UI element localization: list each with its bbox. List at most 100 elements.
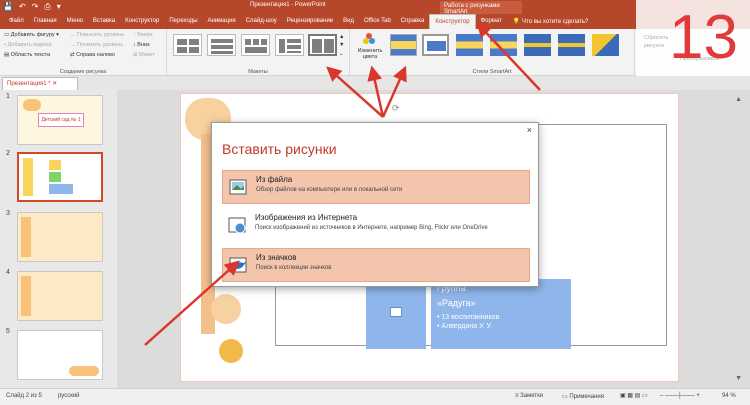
document-title: Презентация1 - PowerPoint	[250, 2, 326, 8]
tab-file[interactable]: Файл	[4, 14, 29, 29]
layouts-more-icon[interactable]: ⌄	[339, 51, 344, 57]
layouts-group-label: Макеты	[248, 69, 268, 75]
slide-number-2: 2	[6, 150, 10, 157]
tab-insert[interactable]: Вставка	[88, 14, 120, 29]
add-bullet-button[interactable]: • Добавить маркер	[4, 42, 52, 48]
kids-border-icon	[21, 217, 31, 257]
tab-menu[interactable]: Меню	[62, 14, 88, 29]
text-pane-button[interactable]: ▤ Область текста	[4, 52, 50, 58]
tab-home[interactable]: Главная	[29, 14, 62, 29]
tab-help[interactable]: Справка	[396, 14, 430, 29]
tab-smartart-design[interactable]: Конструктор	[429, 14, 476, 29]
document-tab[interactable]: Презентация1 * ✕	[2, 77, 78, 90]
slide-thumbnail-5[interactable]	[17, 330, 103, 380]
dialog-title: Вставить рисунки	[222, 141, 337, 157]
slide-thumbnail-3[interactable]	[17, 212, 103, 262]
smartart-text-box[interactable]: Группа «Радуга» • 13 воспитанников • Алв…	[431, 279, 571, 349]
from-icons-title: Из значков	[256, 253, 297, 262]
insert-pictures-dialog: × Вставить рисунки Из файла Обзор файлов…	[211, 122, 539, 287]
style-option-2-selected[interactable]	[422, 34, 449, 56]
style-option-7[interactable]	[592, 34, 619, 56]
smartart-styles-group-label: Стили SmartArt	[472, 69, 512, 75]
tab-transitions[interactable]: Переходы	[164, 14, 202, 29]
from-file-icon	[229, 176, 249, 198]
tab-review[interactable]: Рецензирование	[282, 14, 338, 29]
tab-animations[interactable]: Анимация	[203, 14, 241, 29]
tab-design[interactable]: Конструктор	[120, 14, 164, 29]
move-up-button[interactable]: ↑ Вверх	[133, 32, 153, 38]
move-down-button[interactable]: ↓ Вниз	[133, 42, 150, 48]
layouts-scroll-up-icon[interactable]: ▲	[339, 34, 344, 40]
demote-label: Понизить уровень	[77, 42, 124, 48]
dialog-close-button[interactable]: ×	[527, 125, 532, 135]
tell-me-search[interactable]: 💡 Что вы хотите сделать?	[513, 18, 588, 25]
text-pane-label: Область текста	[10, 52, 51, 58]
layout-button[interactable]: ⊞ Макет	[133, 52, 155, 58]
bullet-2: • Алвердина У. У.	[437, 323, 492, 330]
move-down-label: Вниз	[137, 42, 150, 48]
picture-placeholder-icon[interactable]	[390, 307, 402, 317]
slide-number-3: 3	[6, 210, 10, 217]
view-buttons[interactable]: ▣ ▦ ▤ ▭	[620, 392, 648, 399]
scroll-up-icon[interactable]: ▲	[735, 96, 742, 103]
group-name: «Радуга»	[437, 298, 476, 308]
promote-label: Повысить уровень	[77, 32, 125, 38]
kids-illustration-icon	[23, 99, 41, 111]
slide-thumbnail-4[interactable]	[17, 271, 103, 321]
language-indicator[interactable]: русский	[58, 393, 80, 399]
picture-placeholder[interactable]	[366, 279, 426, 349]
rotate-handle-icon[interactable]: ⟳	[392, 103, 400, 114]
layout-option-1[interactable]	[173, 34, 202, 56]
smartart-styles-group: Изменить цвета Стили SmartArt	[350, 29, 635, 76]
layouts-group: ▲ ▼ ⌄ Макеты	[167, 29, 350, 76]
right-to-left-button[interactable]: ⇄ Справа налево	[70, 52, 115, 58]
tab-slideshow[interactable]: Слайд-шоу	[241, 14, 282, 29]
style-option-1[interactable]	[390, 34, 417, 56]
redo-icon[interactable]: ↷	[32, 2, 39, 12]
style-option-3[interactable]	[456, 34, 483, 56]
present-icon[interactable]: ⎙	[44, 2, 50, 12]
style-option-6[interactable]	[558, 34, 585, 56]
style-option-5[interactable]	[524, 34, 551, 56]
from-file-desc: Обзор файлов на компьютере или в локальн…	[256, 187, 403, 193]
comments-button[interactable]: ▭ Примечания	[562, 393, 604, 400]
slide-thumbnail-1[interactable]: Детский сад № 1	[17, 95, 103, 145]
change-colors-icon	[362, 32, 376, 46]
notes-button[interactable]: ≡ Заметки	[515, 393, 543, 399]
slide-thumbnail-caption: Детский сад № 1	[38, 113, 84, 127]
online-pictures-desc: Поиск изображений из источников в Интерн…	[255, 225, 488, 231]
bear-illustration	[219, 339, 243, 363]
option-from-file[interactable]: Из файла Обзор файлов на компьютере или …	[222, 170, 530, 204]
slide-number-1: 1	[6, 93, 10, 100]
zoom-level[interactable]: 94 %	[722, 393, 736, 399]
customize-qat-icon[interactable]: ▾	[57, 2, 61, 12]
tell-me-label: Что вы хотите сделать?	[522, 19, 589, 25]
change-colors-button[interactable]: Изменить цвета	[354, 48, 386, 60]
contextual-tab-title: Работа с рисунками SmartArt	[440, 1, 522, 15]
style-option-4[interactable]	[490, 34, 517, 56]
option-from-icons[interactable]: Из значков Поиск в коллекции значков	[222, 248, 530, 282]
layouts-scroll-down-icon[interactable]: ▼	[339, 42, 344, 48]
layout-option-4[interactable]	[275, 34, 304, 56]
undo-icon[interactable]: ↶	[19, 2, 26, 12]
layout-option-3[interactable]	[241, 34, 270, 56]
tab-format[interactable]: Формат	[476, 14, 507, 29]
slide-counter: Слайд 2 из 5	[6, 393, 42, 399]
create-graphic-group: ▭ Добавить фигуру ▾ • Добавить маркер ▤ …	[0, 29, 167, 76]
slide-thumbnail-2[interactable]	[17, 152, 103, 202]
zoom-slider[interactable]: – ───┼─── +	[660, 393, 700, 399]
promote-button[interactable]: ← Повысить уровень	[70, 32, 124, 38]
layout-option-2[interactable]	[207, 34, 236, 56]
reset-graphic-button[interactable]: Сбросить	[644, 35, 668, 41]
tab-office-tab[interactable]: Office Tab	[359, 14, 396, 29]
kids-corner-icon	[69, 366, 99, 376]
demote-button[interactable]: → Понизить уровень	[70, 42, 123, 48]
tab-view[interactable]: Вид	[338, 14, 359, 29]
online-pictures-title: Изображения из Интернета	[255, 213, 358, 222]
kid-face-illustration	[211, 294, 241, 324]
layout-option-selected[interactable]	[308, 34, 337, 56]
option-online-pictures[interactable]: Изображения из Интернета Поиск изображен…	[222, 209, 530, 245]
save-icon[interactable]: 💾	[3, 2, 13, 12]
add-shape-button[interactable]: ▭ Добавить фигуру ▾	[4, 32, 59, 38]
scroll-down-icon[interactable]: ▼	[735, 375, 742, 382]
